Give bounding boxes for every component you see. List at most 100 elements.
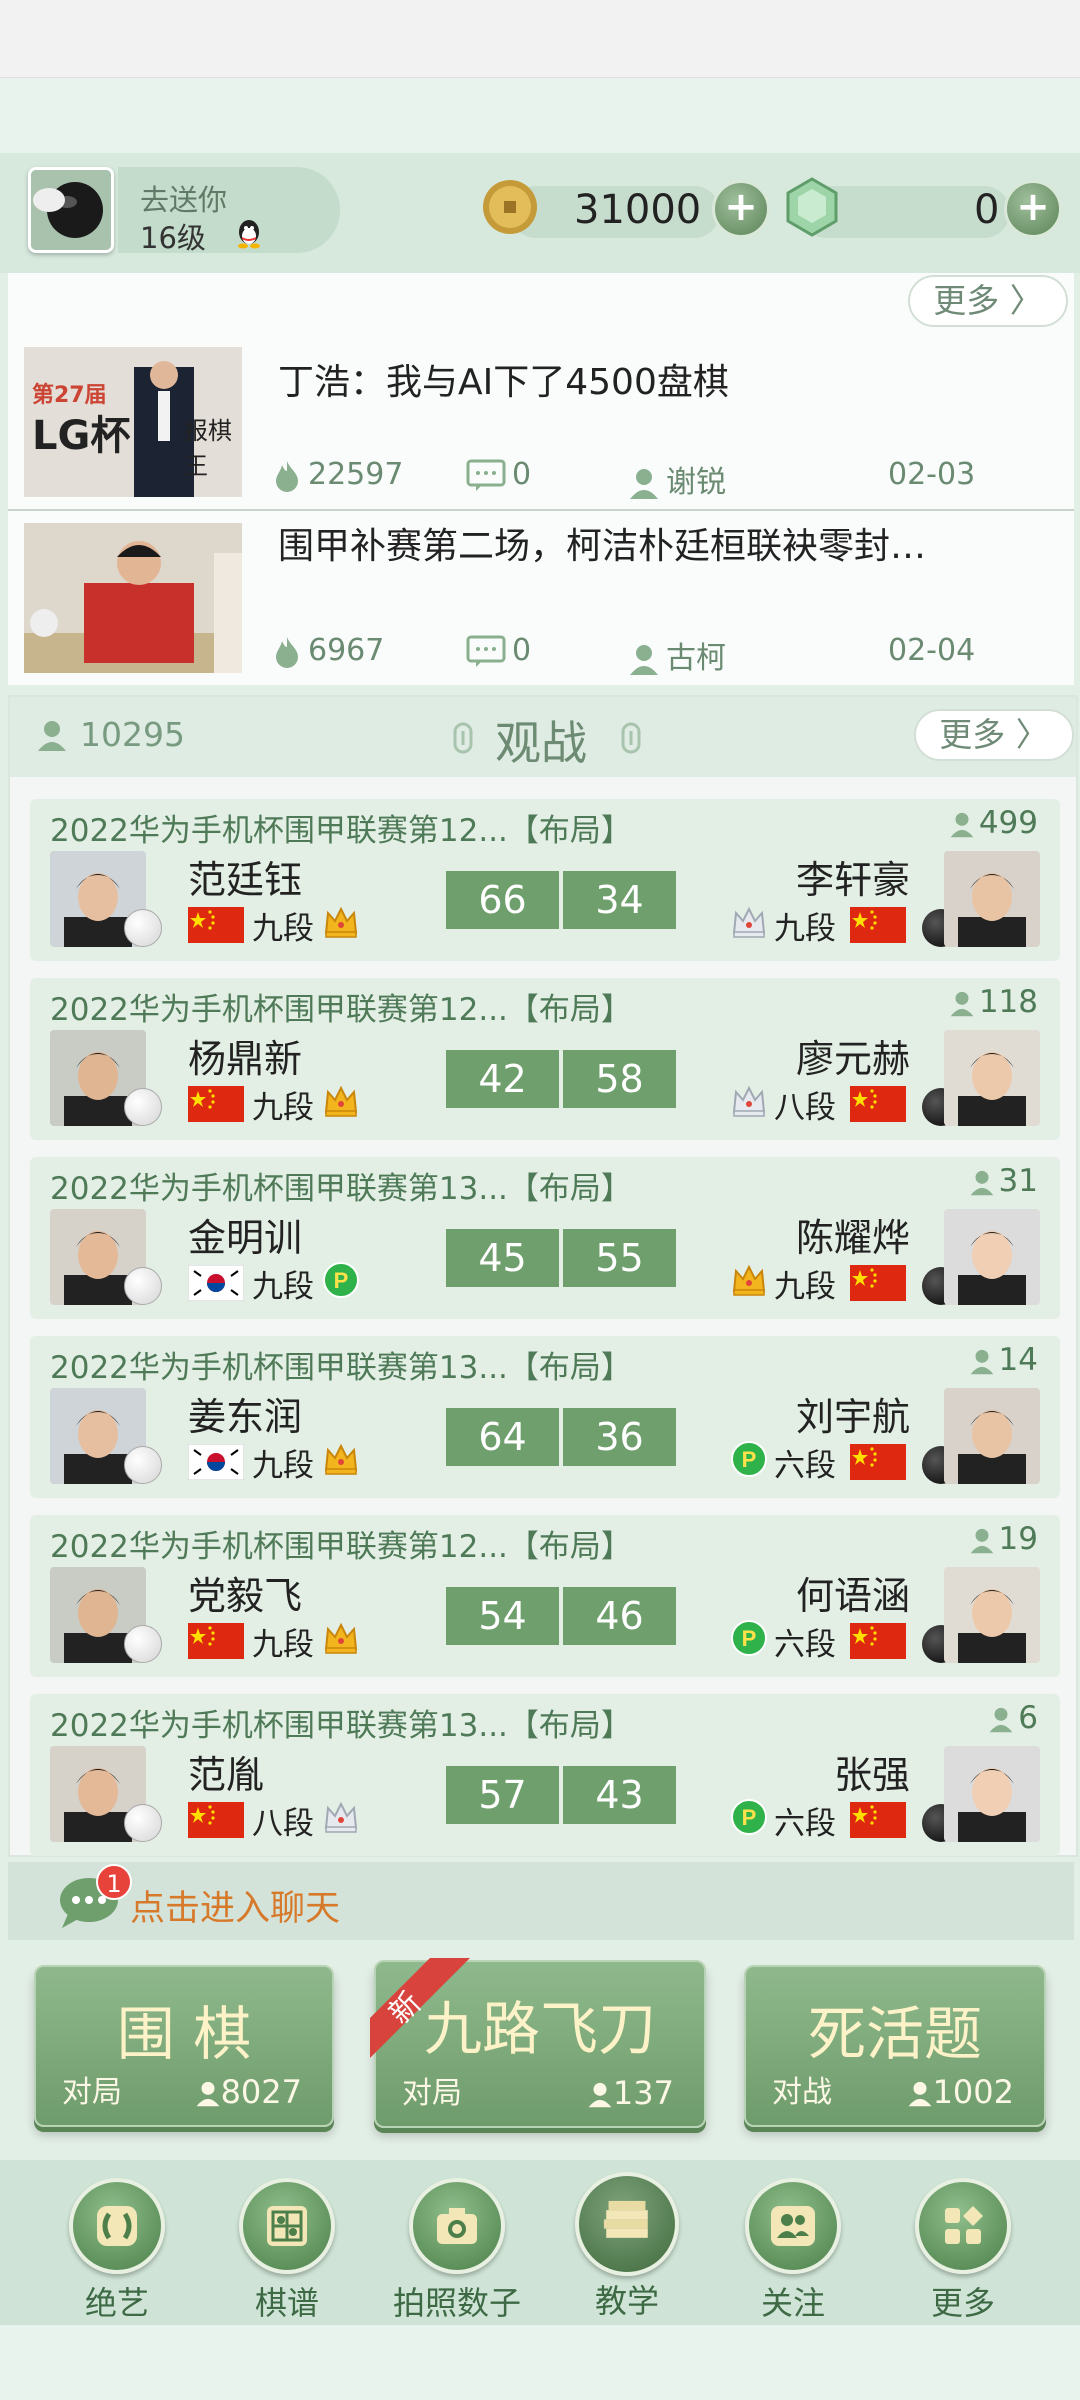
nav-jueyi[interactable]: 绝艺 — [52, 2178, 182, 2324]
thumb-text-3: 报棋王 — [184, 417, 232, 480]
game-title: 2022华为手机杯围甲联赛第13...【布局】 — [50, 1708, 632, 1744]
nav-teaching[interactable]: 教学 — [562, 2172, 692, 2322]
fire-icon — [276, 460, 298, 492]
go-stone-avatar-icon — [31, 170, 111, 250]
game-title: 2022华为手机杯围甲联赛第12...【布局】 — [50, 813, 632, 849]
news-comments: 0 — [466, 633, 531, 669]
right-player-rank: 六段 — [774, 1806, 836, 1842]
news-panel: 更多 〉 第27届 LG杯 报棋王 丁浩：我与AI下了4500盘棋 22597 … — [8, 273, 1074, 685]
status-bar — [0, 0, 1080, 78]
left-score: 42 — [446, 1050, 559, 1108]
right-player-avatar — [944, 1030, 1040, 1126]
mode-count: 1002 — [907, 2073, 1014, 2111]
svg-text:P: P — [742, 1626, 757, 1651]
silver-crown-badge-icon — [730, 1082, 768, 1120]
nav-more[interactable]: 更多 — [898, 2178, 1028, 2324]
right-player-name: 何语涵 — [795, 1574, 910, 1618]
nav-photo-count[interactable]: 拍照数子 — [392, 2178, 522, 2324]
right-player-avatar — [944, 1567, 1040, 1663]
right-player-rank: 六段 — [774, 1627, 836, 1663]
user-info[interactable]: 去送你 16级 — [118, 167, 340, 255]
thumb-text-2: LG杯 — [32, 413, 131, 459]
news-title: 围甲补赛第二场，柯洁朴廷桓联袂零封… — [278, 526, 927, 567]
p-badge-icon: P — [322, 1261, 360, 1299]
news-more-button[interactable]: 更多 〉 — [908, 275, 1068, 327]
win-rate: 57 43 — [446, 1766, 676, 1824]
game-viewers: 19 — [969, 1521, 1038, 1557]
game-viewers: 31 — [969, 1163, 1038, 1199]
china-flag-icon — [850, 1265, 906, 1301]
mode-count: 8027 — [195, 2073, 302, 2111]
person-icon — [196, 2081, 219, 2107]
nav-label: 棋谱 — [254, 2284, 319, 2322]
nav-follow[interactable]: 关注 — [728, 2178, 858, 2324]
win-rate: 66 34 — [446, 871, 676, 929]
right-score: 34 — [563, 871, 676, 929]
add-gems-button[interactable]: + — [1004, 180, 1062, 238]
person-icon — [970, 1528, 993, 1553]
top-band — [0, 78, 1080, 153]
white-stone-icon — [124, 1625, 162, 1663]
left-player-rank: 八段 — [252, 1806, 314, 1842]
silver-crown-badge-icon — [730, 903, 768, 941]
qq-icon — [238, 220, 260, 249]
left-player-rank: 九段 — [252, 1627, 314, 1663]
mode-sub: 对局 — [402, 2076, 462, 2111]
person-icon — [970, 1170, 993, 1195]
comment-icon — [466, 459, 506, 491]
user-bar: 去送你 16级 31000 + 0 + — [0, 153, 1080, 273]
news-comments: 0 — [466, 457, 531, 493]
left-score: 66 — [446, 871, 559, 929]
divider — [8, 509, 1074, 511]
left-player-name: 金明训 — [188, 1216, 303, 1260]
left-score: 45 — [446, 1229, 559, 1287]
game-card[interactable]: 2022华为手机杯围甲联赛第13...【布局】 31 金明训 九段 P 45 55 陈耀烨 九段 — [30, 1157, 1060, 1319]
game-card[interactable]: 2022华为手机杯围甲联赛第12...【布局】 118 杨鼎新 九段 42 58 廖元赫 八段 — [30, 978, 1060, 1140]
p-badge-icon: P — [730, 1440, 768, 1478]
nine-road-mode-button[interactable]: 新 九路飞刀 对局 137 — [370, 1958, 706, 2128]
nav-kifu[interactable]: 棋谱 — [222, 2178, 352, 2324]
left-player-name: 杨鼎新 — [188, 1037, 303, 1081]
right-player-avatar — [944, 1209, 1040, 1305]
right-score: 55 — [563, 1229, 676, 1287]
chat-unread-badge: 1 — [96, 1864, 132, 1900]
weiqi-mode-button[interactable]: 围 棋 对局 8027 — [34, 1965, 334, 2127]
news-hot: 6967 — [272, 633, 384, 669]
person-icon — [908, 2081, 931, 2107]
coin-value: 31000 — [574, 187, 702, 233]
add-coins-button[interactable]: + — [712, 180, 770, 238]
game-card[interactable]: 2022华为手机杯围甲联赛第13...【布局】 6 范胤 八段 57 43 张强 P 六段 — [30, 1694, 1060, 1856]
right-score: 58 — [563, 1050, 676, 1108]
crown-badge-icon — [322, 1082, 360, 1120]
game-card[interactable]: 2022华为手机杯围甲联赛第12...【布局】 19 党毅飞 九段 54 46 何语涵 P 六段 — [30, 1515, 1060, 1677]
left-score: 64 — [446, 1408, 559, 1466]
mode-title: 围 棋 — [116, 2000, 252, 2068]
left-player-name: 范廷钰 — [188, 858, 303, 902]
game-card[interactable]: 2022华为手机杯围甲联赛第12...【布局】 499 范廷钰 九段 66 34 李轩豪 九段 — [30, 799, 1060, 961]
person-icon — [989, 1707, 1013, 1732]
game-title: 2022华为手机杯围甲联赛第12...【布局】 — [50, 1529, 632, 1565]
link-icon — [453, 722, 473, 754]
left-player-rank: 九段 — [252, 1448, 314, 1484]
person-icon — [630, 468, 658, 499]
link-icon — [621, 722, 641, 754]
nav-label: 绝艺 — [84, 2284, 149, 2322]
chat-bar[interactable]: 1 点击进入聊天 — [8, 1862, 1074, 1940]
news-item[interactable]: 围甲补赛第二场，柯洁朴廷桓联袂零封… 6967 0 古柯 02-04 — [8, 513, 1074, 685]
chat-label: 点击进入聊天 — [130, 1889, 341, 1929]
game-card[interactable]: 2022华为手机杯围甲联赛第13...【布局】 14 姜东润 九段 64 36 刘宇航 P 六段 — [30, 1336, 1060, 1498]
avatar[interactable] — [28, 167, 114, 253]
mode-sub: 对战 — [772, 2075, 832, 2110]
china-flag-icon — [850, 1086, 906, 1122]
life-death-mode-button[interactable]: 死活题 对战 1002 — [744, 1965, 1046, 2127]
game-viewers: 118 — [949, 984, 1038, 1020]
gem-value: 0 — [974, 187, 1000, 233]
watch-title: 观战 — [495, 716, 587, 770]
mode-title: 九路飞刀 — [423, 1995, 656, 2063]
right-player-rank: 八段 — [774, 1090, 836, 1126]
nav-label: 教学 — [594, 2282, 659, 2320]
crown-badge-icon — [730, 1261, 768, 1299]
news-thumbnail: 第27届 LG杯 报棋王 — [24, 347, 242, 497]
watch-more-button[interactable]: 更多 〉 — [914, 709, 1074, 761]
news-item[interactable]: 第27届 LG杯 报棋王 丁浩：我与AI下了4500盘棋 22597 0 谢锐 … — [8, 333, 1074, 505]
